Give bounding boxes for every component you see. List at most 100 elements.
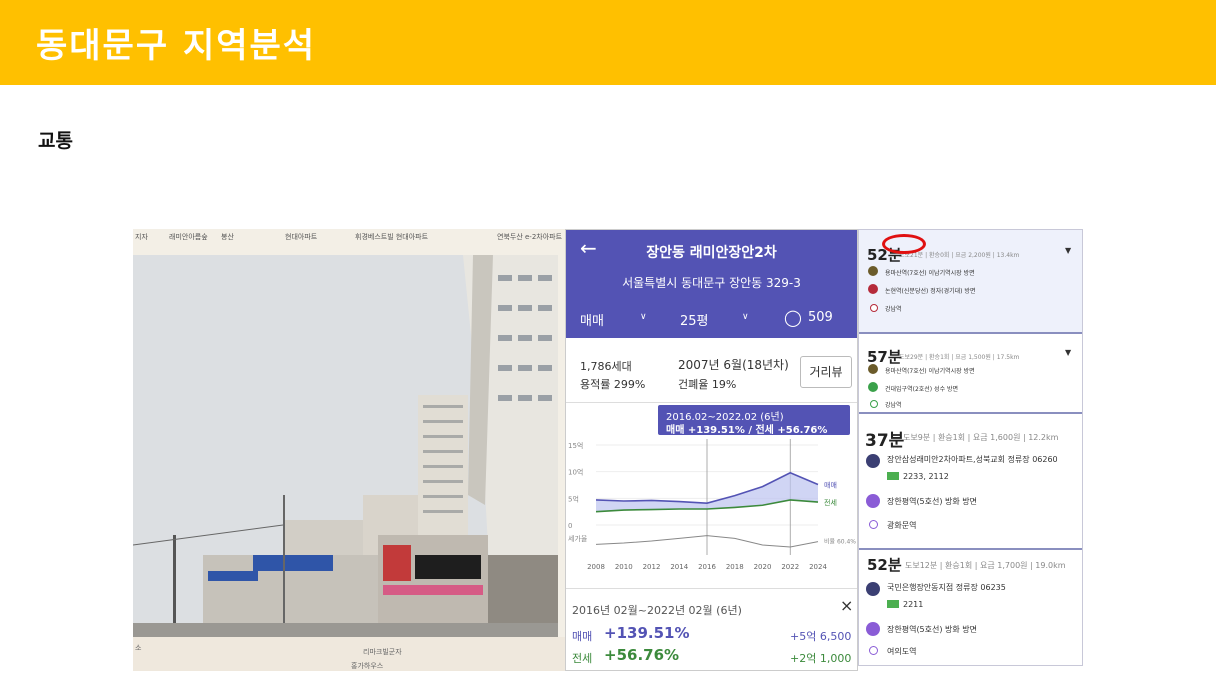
x-tick-label: 2008 <box>587 563 605 571</box>
bus-badge <box>887 472 899 480</box>
map-label: 연북두산 e-2차아파트 <box>497 233 563 241</box>
map-label: 래미안아름숲 <box>169 233 208 241</box>
route-step: 건대입구역(2호선) 성수 방면 <box>885 386 959 393</box>
rent-amount: +2억 1,000 <box>790 652 852 665</box>
section-title: 교통 <box>38 130 73 152</box>
tooltip-values: 매매 +139.51% / 전세 +56.76% <box>666 425 828 436</box>
street-view-button[interactable]: 거리뷰 <box>800 356 852 388</box>
y-tick-label: 5억 <box>568 495 579 503</box>
sinbundang-line-icon <box>868 284 878 294</box>
apartment-info: 1,786세대 2007년 6월(18년차) 용적률 299% 건폐율 19% … <box>566 350 857 400</box>
map-bottom-strip: 소 리마크빌군자 홍가하우스 <box>133 637 565 671</box>
street-photo-image <box>133 255 558 637</box>
route-step: 용마산역(7호선) 이남기역시장 방면 <box>885 368 975 375</box>
filter-tabs: 매매 ∨ 25평 ∨ ◯ 509 <box>566 308 857 332</box>
secondary-axis-label: 세가율 <box>568 534 588 543</box>
route-card[interactable]: 52분 도보12분 | 환승1회 | 요금 1,700원 | 19.0km 국민… <box>859 550 1082 665</box>
map-label: 홍가하우스 <box>351 662 384 670</box>
y-tick-label: 10억 <box>568 469 583 477</box>
apartment-address: 서울특별시 동대문구 장안동 329-3 <box>622 276 801 290</box>
divider <box>566 402 857 403</box>
route-step: 논현역(신분당선) 정자(경기대) 방면 <box>885 288 976 295</box>
route-step: 장한평역(5호선) 방화 방면 <box>887 497 978 506</box>
x-tick-label: 2018 <box>726 563 744 571</box>
chart-tooltip: 2016.02~2022.02 (6년) 매매 +139.51% / 전세 +5… <box>658 405 850 436</box>
chevron-down-icon[interactable]: ∨ <box>640 312 647 322</box>
rent-label: 전세 <box>572 652 593 665</box>
bus-icon <box>866 454 880 468</box>
x-tick-label: 2016 <box>698 563 716 571</box>
route-card[interactable]: 52분 도보21분 | 환승0회 | 요금 2,200원 | 13.4km ▼ … <box>859 230 1082 334</box>
trade-label: 매매 <box>572 630 593 643</box>
building-coverage-ratio: 건폐율 19% <box>678 378 737 391</box>
expand-icon[interactable]: ▼ <box>1065 246 1071 255</box>
route-step: 광화문역 <box>887 521 917 530</box>
map-label: 리마크빌군자 <box>363 648 402 656</box>
rent-change: +56.76% <box>604 646 680 664</box>
floor-area-ratio: 용적률 299% <box>580 378 646 391</box>
trade-amount: +5억 6,500 <box>790 630 852 643</box>
route-meta: 도보12분 | 환승1회 | 요금 1,700원 | 19.0km <box>905 561 1066 570</box>
series-label: 비율 60.4% <box>824 538 856 546</box>
bus-icon <box>866 582 880 596</box>
y-tick-label: 0 <box>568 522 572 530</box>
built-year: 2007년 6월(18년차) <box>678 358 789 372</box>
change-summary: 2016년 02월~2022년 02월 (6년) × 매매 +139.51% +… <box>566 590 857 670</box>
page-header: 동대문구 지역분석 <box>0 0 1216 85</box>
map-label: 소 <box>135 644 142 652</box>
map-label: 현대아파트 <box>285 233 318 241</box>
expand-icon[interactable]: ▼ <box>1065 348 1071 357</box>
route-step: 장안삼성래미안2차아파트,성북교회 정류장 06260 <box>887 455 1058 464</box>
map-label: 휘경베스트빌 현대아파트 <box>355 233 429 241</box>
price-chart[interactable]: 2016.02~2022.02 (6년) 매매 +139.51% / 전세 +5… <box>566 405 857 585</box>
x-tick-label: 2022 <box>781 563 799 571</box>
x-tick-label: 2014 <box>670 563 688 571</box>
route-meta: 도보29분 | 환승1회 | 요금 1,500원 | 17.5km <box>899 354 1020 361</box>
comment-count[interactable]: 509 <box>808 310 833 325</box>
apartment-app: ← 장안동 래미안장안2차 서울특별시 동대문구 장안동 329-3 매매 ∨ … <box>565 229 858 671</box>
destination-icon <box>869 646 878 655</box>
route-step: 강남역 <box>885 402 902 409</box>
apartment-title: 장안동 래미안장안2차 <box>646 245 777 261</box>
series-label: 매매 <box>824 481 837 489</box>
line-2-icon <box>868 382 878 392</box>
summary-period: 2016년 02월~2022년 02월 (6년) <box>572 604 742 617</box>
route-step: 국민은행장안동지점 정류장 06235 <box>887 583 1006 592</box>
destination-icon <box>869 520 878 529</box>
line-5-icon <box>866 622 880 636</box>
route-panel: 52분 도보21분 | 환승0회 | 요금 2,200원 | 13.4km ▼ … <box>858 229 1083 666</box>
street-photo <box>133 255 558 637</box>
route-step: 2211 <box>903 600 924 609</box>
street-view-panel[interactable]: 지자 래미안아름숲 봉산 현대아파트 휘경베스트빌 현대아파트 연북두산 e-2… <box>133 229 565 671</box>
route-step: 장한평역(5호선) 방화 방면 <box>887 625 978 634</box>
app-header: ← 장안동 래미안장안2차 서울특별시 동대문구 장안동 329-3 매매 ∨ … <box>566 230 857 338</box>
close-icon[interactable]: × <box>840 596 853 615</box>
highlight-circle <box>882 234 926 254</box>
divider <box>566 588 857 589</box>
households: 1,786세대 <box>580 360 632 373</box>
page-title: 동대문구 지역분석 <box>36 26 317 66</box>
x-tick-label: 2024 <box>809 563 827 571</box>
route-step: 2233, 2112 <box>903 472 949 481</box>
chevron-down-icon[interactable]: ∨ <box>742 312 749 322</box>
trade-change: +139.51% <box>604 624 690 642</box>
line-7-icon <box>868 364 878 374</box>
route-card[interactable]: 57분 도보29분 | 환승1회 | 요금 1,500원 | 17.5km ▼ … <box>859 334 1082 414</box>
route-time: 37분 <box>865 431 905 451</box>
y-tick-label: 15억 <box>568 442 583 450</box>
destination-icon <box>870 304 878 312</box>
route-step: 여의도역 <box>887 647 917 656</box>
trade-type-select[interactable]: 매매 <box>580 310 604 329</box>
comment-icon[interactable]: ◯ <box>784 308 802 327</box>
route-step: 강남역 <box>885 306 902 313</box>
route-meta: 도보9분 | 환승1회 | 요금 1,600원 | 12.2km <box>903 433 1059 442</box>
size-select[interactable]: 25평 <box>680 310 709 329</box>
bus-badge <box>887 600 899 608</box>
map-top-strip: 지자 래미안아름숲 봉산 현대아파트 휘경베스트빌 현대아파트 연북두산 e-2… <box>133 229 565 256</box>
route-time: 52분 <box>867 556 902 574</box>
x-tick-label: 2010 <box>615 563 633 571</box>
line-7-icon <box>868 266 878 276</box>
line-5-icon <box>866 494 880 508</box>
route-card[interactable]: 37분 도보9분 | 환승1회 | 요금 1,600원 | 12.2km 장안삼… <box>859 414 1082 550</box>
map-label: 봉산 <box>221 233 234 241</box>
